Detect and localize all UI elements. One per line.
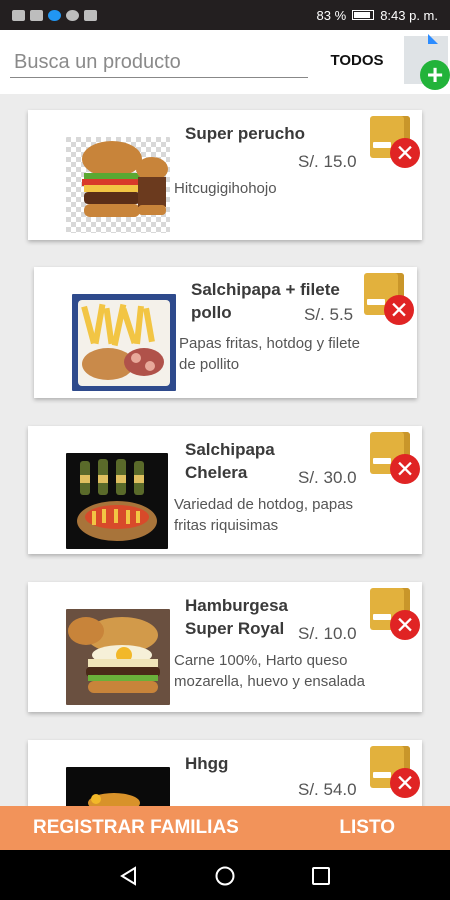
product-price: S/. 54.0 [298,780,357,799]
product-actions: ✕ [364,273,414,325]
product-price: S/. 10.0 [298,624,357,643]
product-card[interactable]: Salchipapa Chelera S/. 30.0 Variedad de … [28,426,422,554]
product-name: Super perucho [185,124,305,143]
back-icon[interactable] [118,865,140,887]
product-name: Hhgg [185,754,229,773]
product-card[interactable]: Hamburgesa Super Royal S/. 10.0 Carne 10… [28,582,422,712]
gamepad-icon [66,9,79,21]
add-icon: + [420,60,450,90]
product-image [72,294,176,391]
delete-product-button[interactable]: ✕ [384,295,414,325]
product-image [66,609,170,705]
product-actions: ✕ [370,746,420,798]
product-actions: ✕ [370,432,420,484]
product-actions: ✕ [370,588,420,640]
filter-dropdown[interactable]: TODOS [318,52,396,69]
product-image [66,453,168,549]
delete-product-button[interactable]: ✕ [390,610,420,640]
product-list[interactable]: Super perucho S/. 15.0 Hitcugigihohojo ✕ [0,94,450,806]
product-card[interactable]: Hhgg S/. 54.0 ✕ [28,740,422,806]
navigation-bar [0,850,450,900]
battery-percent: 83 % [316,7,347,23]
product-name: Salchipapa Chelera [185,440,275,482]
status-bar: 83 % 8:43 p. m. [0,0,450,30]
beer-basket-image [66,453,168,549]
delete-product-button[interactable]: ✕ [390,768,420,798]
product-image [66,137,170,233]
signal-icon [12,9,25,21]
product-actions: ✕ [370,116,420,168]
dark-food-image [66,767,170,806]
battery-icon [352,10,375,20]
done-button[interactable]: LISTO [339,817,395,839]
status-icons [12,9,97,21]
salchipapa-image [72,294,176,391]
search-input[interactable] [10,48,308,78]
clock: 8:43 p. m. [380,7,438,23]
app-notification-icon [48,9,61,21]
footer-bar: REGISTRAR FAMILIAS LISTO [0,806,450,850]
product-description: Variedad de hotdog, papas fritas riquisi… [174,496,354,534]
product-price: S/. 30.0 [298,468,357,487]
product-description: Carne 100%, Harto queso mozarella, huevo… [174,652,365,690]
header: TODOS + [0,30,450,94]
gallery-icon [84,9,97,21]
home-icon[interactable] [214,865,236,887]
wifi-icon [30,9,43,21]
burger-image [66,137,170,233]
product-description: Papas fritas, hotdog y filete de pollito [179,335,360,373]
recent-apps-icon[interactable] [310,865,332,887]
product-price: S/. 5.5 [304,305,354,324]
delete-product-button[interactable]: ✕ [390,454,420,484]
product-price: S/. 15.0 [298,152,357,171]
register-families-button[interactable]: REGISTRAR FAMILIAS [33,817,239,839]
delete-product-button[interactable]: ✕ [390,138,420,168]
product-image [66,767,170,806]
product-description: Hitcugigihohojo [174,180,277,197]
product-name: Hamburgesa Super Royal [185,596,288,638]
royal-burger-image [66,609,170,705]
product-card[interactable]: Salchipapa + filete pollo S/. 5.5 Papas … [34,267,417,398]
product-card[interactable]: Super perucho S/. 15.0 Hitcugigihohojo ✕ [28,110,422,240]
